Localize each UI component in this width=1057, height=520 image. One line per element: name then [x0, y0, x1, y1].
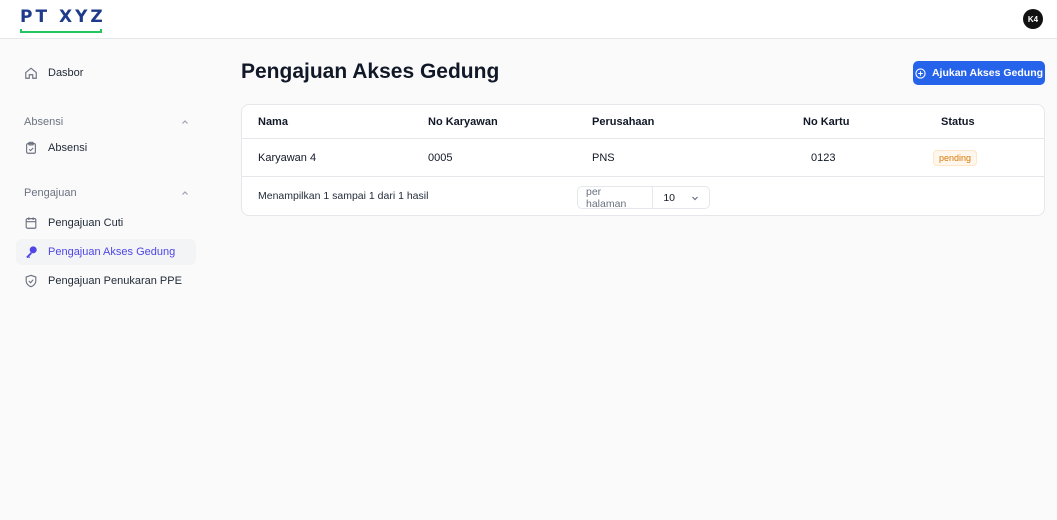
group-label-absensi: Absensi — [24, 116, 64, 128]
sidebar-item-label: Absensi — [48, 142, 88, 154]
status-cell: pending — [933, 139, 978, 176]
column-header-no-karyawan[interactable]: No Karyawan — [428, 105, 498, 138]
sidebar-item-label: Pengajuan Penukaran PPE — [48, 275, 182, 287]
column-header-status[interactable]: Status — [941, 105, 975, 138]
chevron-up-icon[interactable] — [180, 117, 190, 127]
sidebar-item-pengajuan-cuti[interactable]: Pengajuan Cuti — [16, 210, 196, 236]
sidebar-item-absensi[interactable]: Absensi — [16, 135, 196, 161]
sidebar-item-label: Pengajuan Akses Gedung — [48, 246, 176, 258]
per-page-select[interactable]: 10 — [653, 192, 709, 204]
cell-no-kartu: 0123 — [811, 151, 836, 164]
per-page-control[interactable]: per halaman 10 — [577, 186, 710, 210]
sidebar-item-label: Dasbor — [48, 67, 84, 79]
sidebar-item-pengajuan-penukaran-ppe[interactable]: Pengajuan Penukaran PPE — [16, 268, 196, 294]
per-page-label: per halaman — [578, 186, 654, 210]
sidebar-item-pengajuan-akses-gedung[interactable]: Pengajuan Akses Gedung — [16, 239, 196, 265]
page-title: Pengajuan Akses Gedung — [241, 60, 500, 83]
cell-perusahaan: PNS — [592, 151, 615, 164]
table-header: Nama No Karyawan Perusahaan No Kartu Sta… — [242, 105, 1044, 139]
ajukan-akses-gedung-button[interactable]: Ajukan Akses Gedung — [913, 61, 1045, 85]
home-icon — [25, 67, 37, 79]
shield-check-icon — [25, 274, 37, 288]
top-bar: PT XYZ K4 — [0, 0, 1057, 39]
column-header-perusahaan[interactable]: Perusahaan — [592, 105, 654, 138]
chevron-down-icon — [692, 196, 698, 200]
sidebar-item-label: Pengajuan Cuti — [48, 217, 124, 229]
group-label-pengajuan: Pengajuan — [24, 187, 77, 199]
ajukan-akses-gedung-label: Ajukan Akses Gedung — [931, 67, 1044, 79]
access-request-table: Nama No Karyawan Perusahaan No Kartu Sta… — [241, 104, 1045, 216]
plus-circle-icon — [915, 67, 926, 79]
chevron-up-icon[interactable] — [180, 188, 190, 198]
logo-underline — [20, 29, 102, 33]
user-avatar[interactable]: K4 — [1023, 9, 1043, 29]
cell-no-karyawan: 0005 — [428, 151, 453, 164]
table-footer: Menampilkan 1 sampai 1 dari 1 hasil per … — [242, 177, 1044, 215]
per-page-value: 10 — [663, 191, 675, 204]
pagination-summary: Menampilkan 1 sampai 1 dari 1 hasil — [258, 190, 429, 202]
table-row[interactable]: Karyawan 4 0005 PNS 0123 pending — [242, 139, 1044, 177]
status-badge: pending — [933, 149, 978, 166]
column-header-nama[interactable]: Nama — [258, 105, 288, 138]
key-icon — [26, 246, 37, 259]
column-header-no-kartu[interactable]: No Kartu — [803, 105, 849, 138]
sidebar: Dasbor Absensi Absensi Pengajuan Pengaju… — [0, 40, 210, 520]
cell-nama: Karyawan 4 — [258, 151, 317, 164]
calendar-icon — [25, 217, 37, 229]
logo[interactable]: PT XYZ — [20, 7, 106, 27]
clipboard-icon — [26, 141, 36, 154]
sidebar-item-dasbor[interactable]: Dasbor — [16, 60, 196, 86]
